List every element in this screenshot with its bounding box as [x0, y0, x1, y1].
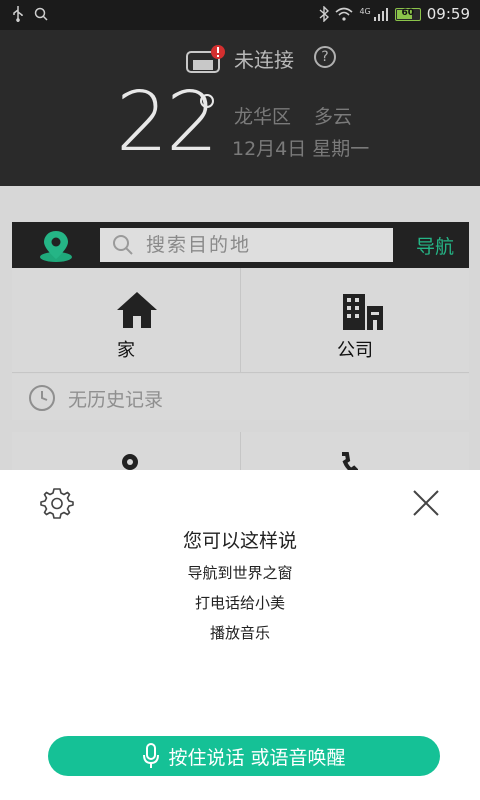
bluetooth-icon — [320, 6, 330, 22]
printer-icon[interactable] — [186, 44, 228, 78]
search-status-icon — [34, 7, 48, 21]
help-icon[interactable]: ? — [314, 46, 336, 68]
microphone-icon — [143, 743, 160, 768]
home-icon — [117, 292, 157, 328]
connection-status: 未连接 — [234, 48, 294, 72]
voice-hint-title: 您可以这样说 — [182, 530, 297, 552]
home-label: 家 — [117, 340, 135, 361]
voice-hint-example: 打电话给小美 — [194, 594, 285, 612]
header: 未连接 ? 22 龙华区 多云 12月4日 星期一 — [0, 30, 480, 186]
status-time: 09:59 — [426, 5, 470, 23]
push-to-talk-button[interactable]: 按住说话 或语音唤醒 — [48, 736, 440, 776]
voice-hint-example: 导航到世界之窗 — [187, 564, 293, 582]
push-to-talk-label: 按住说话 或语音唤醒 — [168, 746, 346, 769]
signal-icon — [373, 8, 388, 21]
battery-icon: 60 — [394, 7, 421, 21]
person-icon[interactable] — [118, 452, 142, 472]
battery-level: 60 — [401, 7, 415, 18]
home-shortcut[interactable]: 家 — [12, 268, 240, 372]
phone-icon[interactable] — [338, 452, 358, 472]
search-icon — [113, 235, 133, 255]
voice-assistant-sheet: 您可以这样说 导航到世界之窗 打电话给小美 播放音乐 按住说话 或语音唤醒 — [0, 470, 480, 800]
card-divider — [240, 432, 241, 472]
company-label: 公司 — [337, 340, 373, 361]
history-row: 无历史记录 — [12, 374, 469, 420]
weather-condition: 多云 — [314, 106, 353, 128]
company-shortcut[interactable]: 公司 — [240, 268, 469, 372]
degree-icon — [200, 94, 214, 108]
history-empty-label: 无历史记录 — [68, 389, 164, 411]
status-bar: 4G 60 09:59 — [0, 0, 480, 30]
gear-icon[interactable] — [40, 486, 74, 520]
wifi-icon — [335, 7, 353, 21]
status-right: 4G 60 09:59 — [319, 5, 470, 23]
navigate-button[interactable]: 导航 — [416, 232, 454, 259]
location-pin-icon[interactable] — [38, 229, 74, 263]
contacts-card — [12, 432, 469, 472]
close-icon[interactable] — [411, 488, 441, 518]
quick-places: 家 公司 — [12, 268, 469, 373]
date: 12月4日 星期一 — [232, 138, 370, 160]
district: 龙华区 — [234, 106, 292, 128]
search-bar: 导航 — [12, 222, 469, 268]
status-left — [12, 6, 48, 22]
temperature: 22 — [116, 75, 218, 170]
network-type: 4G — [359, 6, 371, 16]
search-input[interactable] — [100, 228, 393, 262]
building-icon — [343, 294, 383, 330]
clock-icon — [29, 385, 55, 411]
voice-hint-example: 播放音乐 — [209, 624, 270, 642]
usb-icon — [13, 6, 23, 22]
